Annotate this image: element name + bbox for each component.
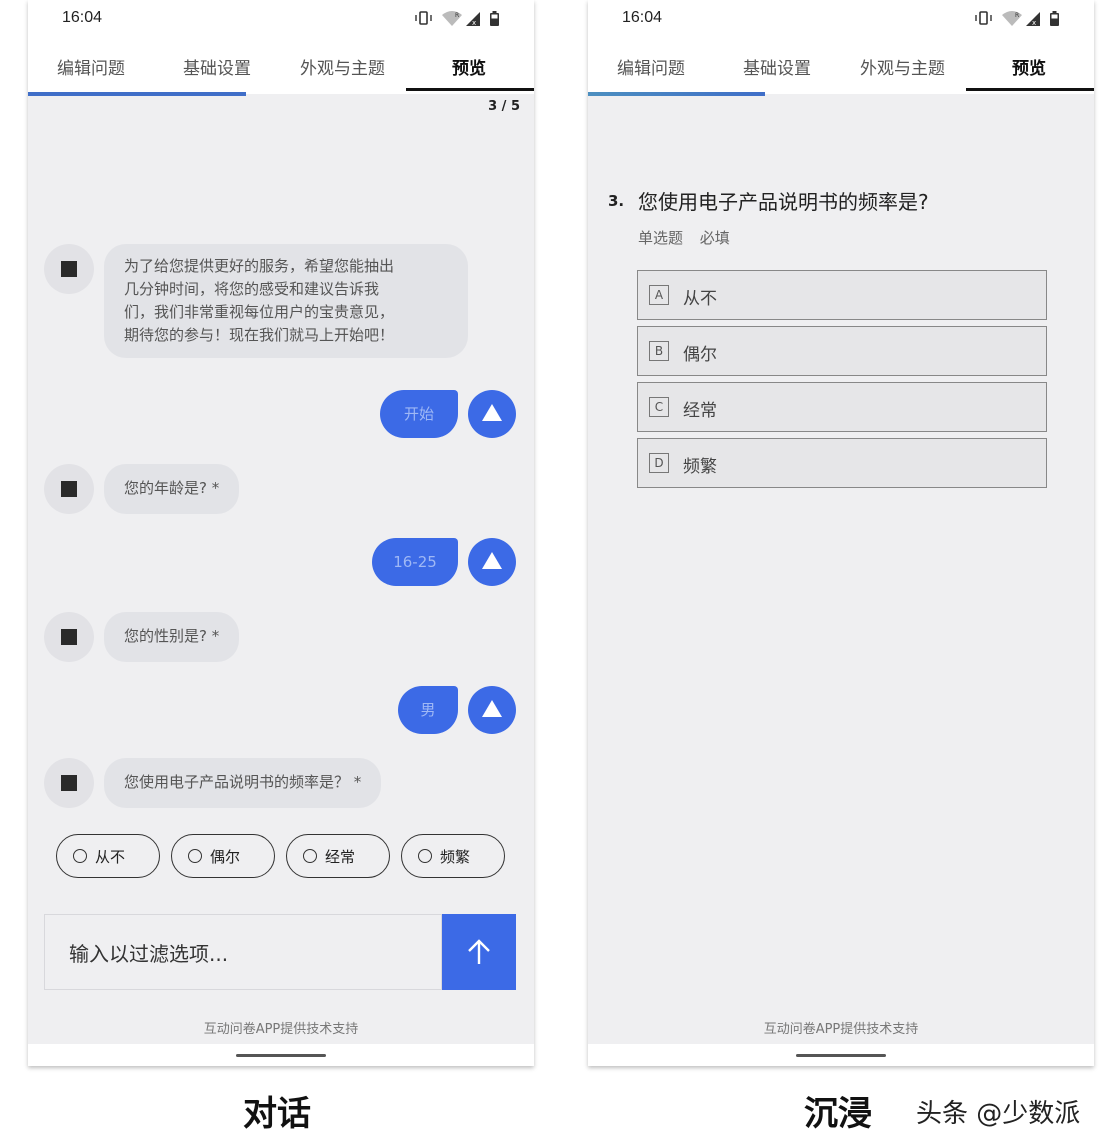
user-avatar [468, 538, 516, 586]
option-d[interactable]: D 频繁 [637, 438, 1047, 488]
wifi-icon: R [1002, 11, 1022, 26]
bot-avatar [44, 464, 94, 514]
home-indicator[interactable] [236, 1054, 326, 1057]
square-avatar-icon [61, 261, 77, 277]
filter-input-container [44, 914, 442, 990]
option-chip[interactable]: 偶尔 [171, 834, 275, 878]
tab-bar: 编辑问题 基础设置 外观与主题 预览 [28, 36, 534, 94]
status-time: 16:04 [622, 9, 663, 26]
bot-avatar [44, 758, 94, 808]
caption-chat-mode: 对话 [243, 1094, 311, 1134]
intro-line: 期待您的参与！现在我们就马上开始吧！ [124, 326, 395, 344]
chat-preview-screen: 16:04 R x 编辑问题 基础设置 外观与主题 预览 3 / 5 为了给您提… [28, 0, 534, 1066]
status-bar: 16:04 R x [588, 0, 1094, 36]
user-avatar [468, 686, 516, 734]
square-avatar-icon [61, 775, 77, 791]
tab-basic-settings[interactable]: 基础设置 [183, 54, 251, 79]
intro-line: 为了给您提供更好的服务，希望您能抽出 [124, 257, 395, 275]
home-indicator-area [28, 1044, 534, 1066]
square-avatar-icon [61, 629, 77, 645]
signal-icon: x [1026, 12, 1040, 27]
active-tab-indicator [406, 88, 534, 91]
caption-immersive-mode: 沉浸 [804, 1094, 872, 1134]
user-avatar [468, 390, 516, 438]
triangle-avatar-icon [482, 404, 502, 421]
vibrate-icon [975, 11, 992, 25]
option-chip[interactable]: 频繁 [401, 834, 505, 878]
send-button[interactable] [442, 914, 516, 990]
wifi-icon: R [442, 11, 462, 26]
question-meta: 单选题 必填 [638, 227, 730, 248]
triangle-avatar-icon [482, 700, 502, 717]
radio-icon [303, 849, 317, 863]
question-type: 单选题 [638, 229, 684, 247]
svg-text:R: R [455, 12, 459, 19]
option-letter: C [649, 397, 669, 417]
radio-icon [418, 849, 432, 863]
intro-line: 几分钟时间，将您的感受和建议告诉我 [124, 280, 380, 298]
start-reply-bubble: 开始 [380, 390, 458, 438]
option-label: 偶尔 [683, 345, 717, 365]
svg-text:x: x [1032, 19, 1036, 27]
option-a[interactable]: A 从不 [637, 270, 1047, 320]
triangle-avatar-icon [482, 552, 502, 569]
option-chip[interactable]: 从不 [56, 834, 160, 878]
home-indicator-area [588, 1044, 1094, 1066]
age-reply-bubble: 16-25 [372, 538, 458, 586]
bot-avatar [44, 612, 94, 662]
option-label: 频繁 [683, 457, 717, 477]
tab-preview[interactable]: 预览 [1012, 54, 1046, 79]
option-label: 经常 [683, 401, 717, 421]
radio-icon [188, 849, 202, 863]
status-icons: R x [975, 11, 1059, 27]
frequency-question-bubble: 您使用电子产品说明书的频率是？ * [104, 758, 382, 808]
tab-edit-questions[interactable]: 编辑问题 [57, 54, 125, 79]
option-c[interactable]: C 经常 [637, 382, 1047, 432]
question-counter: 3 / 5 [488, 99, 520, 114]
battery-icon [490, 11, 499, 26]
home-indicator[interactable] [796, 1054, 886, 1057]
intro-message: 为了给您提供更好的服务，希望您能抽出 几分钟时间，将您的感受和建议告诉我 们，我… [104, 244, 468, 358]
svg-text:R: R [1015, 12, 1019, 19]
filter-input[interactable] [69, 939, 409, 969]
question-required: 必填 [699, 229, 730, 247]
gender-reply-bubble: 男 [398, 686, 458, 734]
tab-appearance-theme[interactable]: 外观与主题 [300, 54, 385, 79]
question-number: 3. [608, 192, 625, 210]
gender-question-bubble: 您的性别是? * [104, 612, 240, 662]
tab-appearance-theme[interactable]: 外观与主题 [860, 54, 945, 79]
age-question-bubble: 您的年龄是? * [104, 464, 240, 514]
bot-avatar [44, 244, 94, 294]
vibrate-icon [415, 11, 432, 25]
svg-text:x: x [472, 19, 476, 27]
battery-icon [1050, 11, 1059, 26]
tab-preview[interactable]: 预览 [452, 54, 486, 79]
watermark: 头条 @少数派 [916, 1099, 1081, 1129]
status-bar: 16:04 R x [28, 0, 534, 36]
option-letter: B [649, 341, 669, 361]
active-tab-indicator [966, 88, 1094, 91]
question-title: 您使用电子产品说明书的频率是? [638, 190, 929, 214]
powered-by-footer: 互动问卷APP提供技术支持 [203, 1022, 359, 1037]
tab-basic-settings[interactable]: 基础设置 [743, 54, 811, 79]
status-icons: R x [415, 11, 499, 27]
progress-bar [28, 92, 246, 96]
square-avatar-icon [61, 481, 77, 497]
powered-by-footer: 互动问卷APP提供技术支持 [763, 1022, 919, 1037]
option-letter: A [649, 285, 669, 305]
option-letter: D [649, 453, 669, 473]
tab-bar: 编辑问题 基础设置 外观与主题 预览 [588, 36, 1094, 94]
tab-edit-questions[interactable]: 编辑问题 [617, 54, 685, 79]
immersive-preview-screen: 16:04 R x 编辑问题 基础设置 外观与主题 预览 3. 您使用电子产品说… [588, 0, 1094, 1066]
radio-icon [73, 849, 87, 863]
option-chip[interactable]: 经常 [286, 834, 390, 878]
option-label: 从不 [683, 289, 717, 309]
progress-bar [588, 92, 766, 96]
intro-line: 们，我们非常重视每位用户的宝贵意见， [124, 303, 395, 321]
option-b[interactable]: B 偶尔 [637, 326, 1047, 376]
arrow-up-icon [468, 939, 490, 964]
signal-icon: x [466, 12, 480, 27]
status-time: 16:04 [62, 9, 103, 26]
